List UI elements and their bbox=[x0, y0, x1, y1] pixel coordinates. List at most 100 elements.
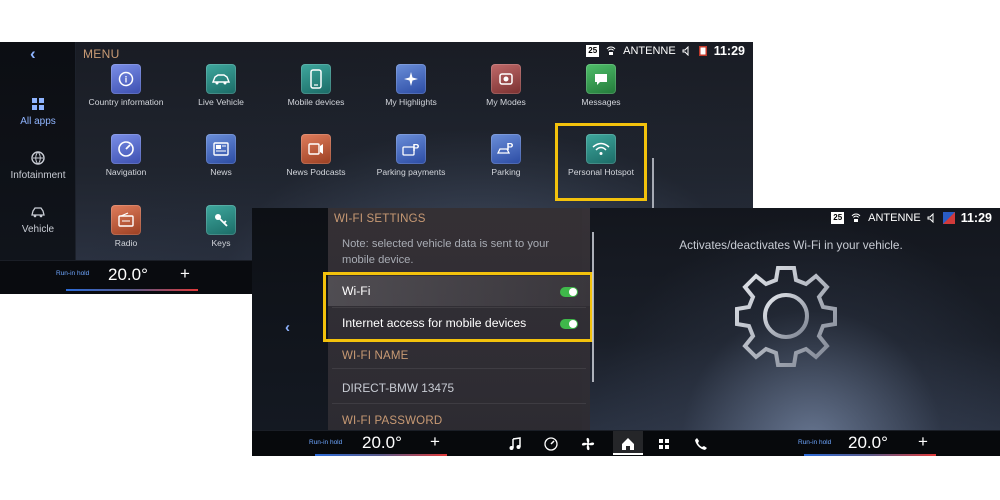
sidebar-item-infotainment[interactable]: Infotainment bbox=[0, 150, 76, 181]
svg-text:P: P bbox=[413, 143, 420, 154]
app-news[interactable]: News bbox=[173, 134, 269, 178]
car-icon bbox=[30, 204, 46, 220]
app-parking-payments[interactable]: P Parking payments bbox=[363, 134, 459, 178]
status-bar: 25 ANTENNE 11:29 bbox=[586, 44, 745, 58]
app-label: Mobile devices bbox=[287, 97, 345, 107]
phone-icon[interactable] bbox=[693, 436, 709, 452]
app-label: My Modes bbox=[486, 97, 526, 107]
app-label: Messages bbox=[581, 97, 621, 107]
app-label: Live Vehicle bbox=[198, 97, 244, 107]
globe-i-icon: i bbox=[111, 64, 141, 94]
message-bubble-icon bbox=[586, 64, 616, 94]
app-label: Country information bbox=[88, 97, 164, 107]
newspaper-icon bbox=[206, 134, 236, 164]
temperature-bar-left bbox=[315, 454, 447, 456]
app-my-highlights[interactable]: My Highlights bbox=[363, 64, 459, 108]
key-icon bbox=[206, 205, 236, 235]
app-messages[interactable]: Messages bbox=[553, 64, 649, 108]
app-mobile-devices[interactable]: Mobile devices bbox=[268, 64, 364, 108]
temperature-value-left[interactable]: 20.0° bbox=[362, 433, 402, 453]
dock-bar: Run-in hold 20.0° + Run-in hold 20.0° + bbox=[252, 430, 1000, 456]
notification-badge: 25 bbox=[831, 212, 845, 224]
fan-icon[interactable] bbox=[580, 436, 596, 452]
app-radio[interactable]: Radio bbox=[78, 205, 174, 249]
app-news-podcasts[interactable]: News Podcasts bbox=[268, 134, 364, 178]
sidebar-item-vehicle[interactable]: Vehicle bbox=[0, 204, 76, 235]
scrollbar[interactable] bbox=[592, 232, 594, 382]
app-label: My Highlights bbox=[385, 97, 437, 107]
notification-badge: 25 bbox=[586, 45, 600, 57]
temperature-bar-right bbox=[804, 454, 936, 456]
highlight-frame-personal-hotspot bbox=[555, 123, 647, 201]
grid-icon bbox=[30, 96, 46, 112]
run-in-hold-label: Run-in hold bbox=[309, 439, 343, 446]
clock: 11:29 bbox=[713, 44, 745, 58]
divider bbox=[332, 403, 586, 404]
app-label: News bbox=[210, 167, 232, 177]
app-label: News Podcasts bbox=[286, 167, 346, 177]
run-in-hold-label: Run-in hold bbox=[798, 439, 832, 446]
volume-icon[interactable] bbox=[682, 46, 692, 56]
wifi-name-value[interactable]: DIRECT-BMW 13475 bbox=[342, 381, 454, 395]
setting-description: Activates/deactivates Wi-Fi in your vehi… bbox=[679, 238, 903, 252]
app-label: Parking payments bbox=[376, 167, 446, 177]
gear-icon bbox=[730, 260, 842, 372]
radio-signal-icon bbox=[850, 212, 862, 224]
back-icon[interactable]: ‹ bbox=[30, 44, 36, 64]
status-bar: 25 ANTENNE 11:29 bbox=[831, 211, 992, 225]
sidebar-item-all-apps[interactable]: All apps bbox=[0, 96, 76, 127]
temp-increase-button-left[interactable]: + bbox=[430, 432, 440, 452]
radio-station: ANTENNE bbox=[868, 212, 921, 224]
wifi-settings-screen: ‹ WI-FI SETTINGS Note: selected vehicle … bbox=[252, 208, 1000, 456]
compass-icon bbox=[111, 134, 141, 164]
modes-icon bbox=[491, 64, 521, 94]
phone-status-icon bbox=[698, 45, 708, 57]
clock: 11:29 bbox=[960, 211, 992, 225]
car-icon bbox=[206, 64, 236, 94]
app-country-information[interactable]: i Country information bbox=[78, 64, 174, 108]
svg-text:i: i bbox=[125, 75, 128, 85]
temp-increase-button-right[interactable]: + bbox=[918, 432, 928, 452]
parking-payment-icon: P bbox=[396, 134, 426, 164]
globe-icon bbox=[30, 150, 46, 166]
sparkle-icon bbox=[396, 64, 426, 94]
app-parking[interactable]: P Parking bbox=[458, 134, 554, 178]
temperature-value[interactable]: 20.0° bbox=[108, 265, 148, 285]
wifi-name-header: WI-FI NAME bbox=[342, 350, 409, 362]
mobile-phone-icon bbox=[301, 64, 331, 94]
sidebar-item-label: Infotainment bbox=[10, 170, 66, 181]
divider bbox=[332, 368, 586, 369]
note-text: Note: selected vehicle data is sent to y… bbox=[342, 238, 550, 266]
svg-text:P: P bbox=[507, 142, 514, 153]
sidebar-item-label: All apps bbox=[20, 116, 56, 127]
app-navigation[interactable]: Navigation bbox=[78, 134, 174, 178]
app-live-vehicle[interactable]: Live Vehicle bbox=[173, 64, 269, 108]
app-label: Navigation bbox=[105, 167, 147, 177]
temperature-value-right[interactable]: 20.0° bbox=[848, 433, 888, 453]
app-label: Radio bbox=[114, 238, 138, 248]
section-title: WI-FI SETTINGS bbox=[334, 213, 426, 225]
app-label: Parking bbox=[491, 167, 521, 177]
temp-increase-button[interactable]: + bbox=[180, 264, 190, 284]
radio-signal-icon bbox=[605, 45, 617, 57]
wifi-password-header: WI-FI PASSWORD bbox=[342, 415, 443, 427]
navigation-icon[interactable] bbox=[543, 436, 559, 452]
app-my-modes[interactable]: My Modes bbox=[458, 64, 554, 108]
temperature-bar bbox=[66, 289, 198, 291]
sidebar: ‹ All apps Infotainment Vehicle bbox=[0, 42, 76, 260]
run-in-hold-label: Run-in hold bbox=[56, 270, 90, 277]
radio-station: ANTENNE bbox=[623, 45, 676, 57]
left-nav bbox=[252, 208, 328, 430]
music-icon[interactable] bbox=[507, 436, 523, 452]
podcast-icon bbox=[301, 134, 331, 164]
volume-icon[interactable] bbox=[927, 213, 937, 223]
sidebar-item-label: Vehicle bbox=[21, 224, 55, 235]
highlight-frame-toggles bbox=[323, 272, 593, 342]
radio-icon bbox=[111, 205, 141, 235]
back-icon[interactable]: ‹ bbox=[285, 319, 290, 336]
home-icon[interactable] bbox=[620, 436, 636, 452]
page-title: MENU bbox=[83, 47, 120, 61]
media-cover-icon bbox=[942, 212, 955, 224]
apps-grid-icon[interactable] bbox=[656, 436, 672, 452]
parking-icon: P bbox=[491, 134, 521, 164]
